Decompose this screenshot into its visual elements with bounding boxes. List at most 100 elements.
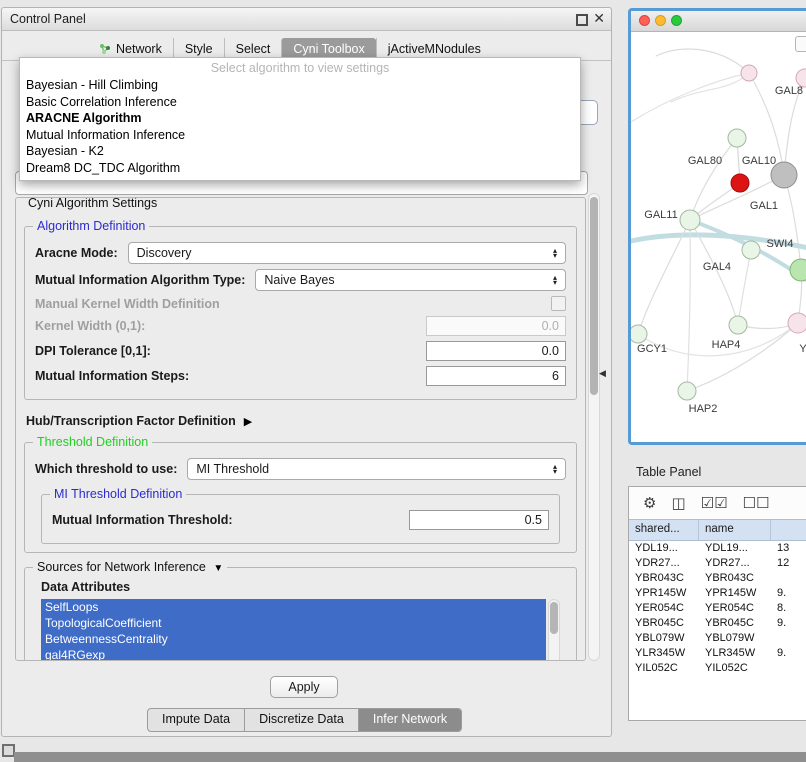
dropdown-placeholder: Select algorithm to view settings	[20, 60, 580, 77]
network-node[interactable]	[728, 129, 746, 147]
dpi-tolerance-field[interactable]: 0.0	[426, 341, 566, 361]
bottom-tab-infer-network[interactable]: Infer Network	[358, 709, 461, 731]
network-view-window[interactable]: GAL8GAL80GAL10GAL11GAL1SWI4GAL4GCY1HAP4Y…	[628, 8, 806, 445]
table-row[interactable]: YER054CYER054C8.	[629, 601, 806, 616]
network-edge[interactable]	[738, 250, 751, 325]
node-label: GAL8	[775, 85, 803, 97]
network-node[interactable]	[678, 382, 696, 400]
table-row[interactable]: YBL079WYBL079W	[629, 631, 806, 646]
network-edge[interactable]	[687, 220, 690, 391]
network-icon	[99, 43, 111, 55]
table-row[interactable]: YLR345WYLR345W9.	[629, 646, 806, 661]
columns-icon[interactable]: ◫	[671, 496, 685, 511]
algorithm-definition-title: Algorithm Definition	[33, 219, 149, 233]
network-node[interactable]	[790, 259, 806, 281]
algorithm-option[interactable]: Dream8 DC_TDC Algorithm	[20, 160, 580, 177]
manual-kernel-checkbox[interactable]	[551, 296, 566, 311]
algorithm-option[interactable]: Bayesian - K2	[20, 143, 580, 160]
minimize-traffic-light[interactable]	[655, 15, 666, 26]
data-attributes-label: Data Attributes	[41, 580, 568, 594]
table-cell: YIL052C	[629, 661, 699, 676]
mi-steps-label: Mutual Information Steps:	[35, 369, 189, 383]
algorithm-option[interactable]: Bayesian - Hill Climbing	[20, 77, 580, 94]
chevron-down-icon: ▼	[213, 563, 223, 574]
manual-kernel-label: Manual Kernel Width Definition	[35, 297, 220, 311]
clear-checks-icon[interactable]: ☐☐	[743, 496, 770, 511]
network-node[interactable]	[741, 65, 757, 81]
combo-arrows-icon: ▴▾	[548, 248, 562, 258]
network-node[interactable]	[729, 316, 747, 334]
zoom-traffic-light[interactable]	[671, 15, 682, 26]
node-label: GCY1	[637, 343, 667, 355]
table-panel: ⚙ ◫ ☑☑ ☐☐ shared...name YDL19...YDL19...…	[628, 486, 806, 721]
select-all-checks-icon[interactable]: ☑☑	[701, 496, 728, 511]
table-row[interactable]: YBR045CYBR045C9.	[629, 616, 806, 631]
network-edge[interactable]	[656, 49, 749, 73]
which-threshold-label: Which threshold to use:	[35, 462, 177, 476]
bottom-tab-impute-data[interactable]: Impute Data	[148, 709, 244, 731]
algorithm-option[interactable]: ARACNE Algorithm	[20, 110, 580, 127]
close-icon[interactable]: ✕	[593, 10, 605, 27]
mi-type-select[interactable]: Naive Bayes ▴▾	[255, 269, 566, 291]
attribute-item[interactable]: TopologicalCoefficient	[41, 615, 546, 631]
algorithm-option[interactable]: Mutual Information Inference	[20, 127, 580, 144]
network-node[interactable]	[788, 313, 806, 333]
table-row[interactable]: YBR043CYBR043C	[629, 571, 806, 586]
gear-icon[interactable]: ⚙	[643, 496, 656, 511]
tab-label: Cyni Toolbox	[293, 42, 364, 56]
table-cell: YPR145W	[629, 586, 699, 601]
table-header-cell[interactable]: shared...	[629, 520, 699, 540]
scrollbar-thumb[interactable]	[590, 197, 598, 395]
network-node[interactable]	[731, 174, 749, 192]
bottom-tab-bar: Impute DataDiscretize DataInfer Network	[147, 708, 462, 732]
mi-threshold-field[interactable]: 0.5	[409, 510, 549, 530]
aracne-mode-select[interactable]: Discovery ▴▾	[128, 242, 566, 264]
network-node[interactable]	[680, 210, 700, 230]
table-cell: YER054C	[699, 601, 771, 616]
float-panel-icon[interactable]	[576, 14, 588, 26]
sources-title[interactable]: Sources for Network Inference ▼	[33, 560, 227, 574]
table-cell: YDL19...	[629, 541, 699, 556]
kernel-width-field[interactable]: 0.0	[426, 316, 566, 336]
bottom-tab-discretize-data[interactable]: Discretize Data	[244, 709, 358, 731]
table-row[interactable]: YDR27...YDR27...12	[629, 556, 806, 571]
scrollbar-thumb[interactable]	[550, 602, 558, 634]
table-header-cell[interactable]: name	[699, 520, 771, 540]
network-graph[interactable]: GAL8GAL80GAL10GAL11GAL1SWI4GAL4GCY1HAP4Y…	[631, 32, 806, 443]
dpi-tolerance-label: DPI Tolerance [0,1]:	[35, 344, 151, 358]
mi-threshold-group: MI Threshold Definition Mutual Informati…	[41, 494, 560, 544]
network-edge[interactable]	[631, 73, 749, 122]
network-canvas[interactable]: GAL8GAL80GAL10GAL11GAL1SWI4GAL4GCY1HAP4Y…	[631, 32, 806, 443]
close-traffic-light[interactable]	[639, 15, 650, 26]
hub-definition-toggle[interactable]: Hub/Transcription Factor Definition ▶	[26, 414, 575, 428]
settings-scrollbar[interactable]	[588, 193, 600, 661]
sources-group: Sources for Network Inference ▼ Data Att…	[24, 567, 577, 661]
apply-button[interactable]: Apply	[270, 676, 338, 698]
algorithm-option[interactable]: Basic Correlation Inference	[20, 94, 580, 111]
table-cell: 12	[771, 556, 806, 571]
data-attributes-list[interactable]: SelfLoopsTopologicalCoefficientBetweenne…	[41, 599, 560, 661]
attribute-item[interactable]: BetweennessCentrality	[41, 631, 546, 647]
attribute-item[interactable]: gal4RGexp	[41, 647, 546, 661]
network-node[interactable]	[631, 325, 647, 343]
network-edge[interactable]	[784, 175, 801, 270]
combo-arrows-icon: ▴▾	[548, 275, 562, 285]
which-threshold-select[interactable]: MI Threshold ▴▾	[187, 458, 566, 480]
network-edge[interactable]	[690, 138, 737, 220]
manual-kernel-row: Manual Kernel Width Definition	[35, 296, 566, 311]
panel-collapse-icon[interactable]: ◀	[599, 368, 606, 379]
chevron-right-icon: ▶	[244, 415, 252, 428]
network-edge[interactable]	[671, 73, 749, 102]
network-node[interactable]	[742, 241, 760, 259]
table-row[interactable]: YPR145WYPR145W9.	[629, 586, 806, 601]
mi-steps-field[interactable]: 6	[426, 366, 566, 386]
network-toolbar-button[interactable]	[795, 36, 806, 52]
tab-label: jActiveMNodules	[388, 42, 481, 56]
node-label: SWI4	[767, 238, 794, 250]
table-row[interactable]: YIL052CYIL052C	[629, 661, 806, 676]
attribute-item[interactable]: SelfLoops	[41, 599, 546, 615]
table-cell: 9.	[771, 586, 806, 601]
table-header-cell[interactable]	[771, 520, 806, 540]
table-row[interactable]: YDL19...YDL19...13	[629, 541, 806, 556]
attributes-scrollbar[interactable]	[548, 599, 560, 661]
